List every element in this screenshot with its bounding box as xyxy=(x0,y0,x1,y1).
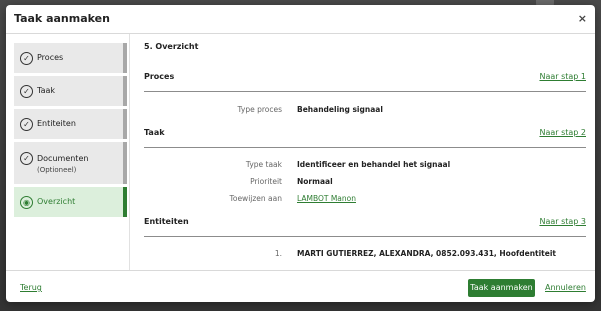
goto-step-3-link[interactable]: Naar stap 3 xyxy=(539,217,586,226)
create-task-button[interactable]: Taak aanmaken xyxy=(468,279,535,297)
section-title-taak: Taak xyxy=(144,128,165,137)
goto-step-2-link[interactable]: Naar stap 2 xyxy=(539,128,586,137)
prioriteit-label: Prioriteit xyxy=(250,177,282,186)
step-overzicht[interactable]: ◉ Overzicht xyxy=(14,187,127,217)
back-link[interactable]: Terug xyxy=(20,283,42,292)
section-divider xyxy=(144,91,586,92)
step-optional-note: (Optioneel) xyxy=(37,166,77,174)
eye-icon: ◉ xyxy=(20,196,33,209)
step-label: Proces xyxy=(37,53,64,62)
step-label: Documenten xyxy=(37,154,89,163)
overview-title: 5. Overzicht xyxy=(144,42,199,51)
type-taak-label: Type taak xyxy=(245,160,282,169)
step-label: Entiteiten xyxy=(37,119,76,128)
close-icon[interactable]: × xyxy=(578,12,587,25)
section-divider xyxy=(144,147,586,148)
type-taak-value: Identificeer en behandel het signaal xyxy=(297,160,451,169)
type-proces-value: Behandeling signaal xyxy=(297,105,383,114)
section-title-entiteiten: Entiteiten xyxy=(144,217,189,226)
toewijzen-aan-label: Toewijzen aan xyxy=(229,194,282,203)
section-title-proces: Proces xyxy=(144,72,175,81)
entity-value: MARTI GUTIERREZ, ALEXANDRA, 0852.093.431… xyxy=(297,249,557,258)
check-circle-icon: ✓ xyxy=(20,118,33,131)
wizard-steps: ✓ Proces ✓ Taak ✓ Entiteiten ✓ Documente… xyxy=(6,34,130,270)
step-entiteiten[interactable]: ✓ Entiteiten xyxy=(14,109,127,139)
step-taak[interactable]: ✓ Taak xyxy=(14,76,127,106)
step-label: Taak xyxy=(37,86,55,95)
check-circle-icon: ✓ xyxy=(20,152,33,165)
create-task-modal: Taak aanmaken × ✓ Proces ✓ Taak ✓ Entite… xyxy=(6,5,595,302)
assignee-link[interactable]: LAMBOT Manon xyxy=(297,194,356,203)
step-label: Overzicht xyxy=(37,197,76,206)
check-circle-icon: ✓ xyxy=(20,52,33,65)
step-proces[interactable]: ✓ Proces xyxy=(14,43,127,73)
prioriteit-value: Normaal xyxy=(297,177,333,186)
step-documenten[interactable]: ✓ Documenten (Optioneel) xyxy=(14,142,127,184)
type-proces-label: Type proces xyxy=(237,105,282,114)
goto-step-1-link[interactable]: Naar stap 1 xyxy=(539,72,586,81)
entity-index: 1. xyxy=(274,249,282,258)
modal-footer: Terug Taak aanmaken Annuleren xyxy=(6,270,595,302)
check-circle-icon: ✓ xyxy=(20,85,33,98)
modal-header: Taak aanmaken × xyxy=(6,5,595,34)
cancel-link[interactable]: Annuleren xyxy=(545,283,586,292)
modal-title: Taak aanmaken xyxy=(14,12,110,25)
section-divider xyxy=(144,236,586,237)
overview-panel: 5. Overzicht Proces Naar stap 1 Type pro… xyxy=(130,34,595,270)
